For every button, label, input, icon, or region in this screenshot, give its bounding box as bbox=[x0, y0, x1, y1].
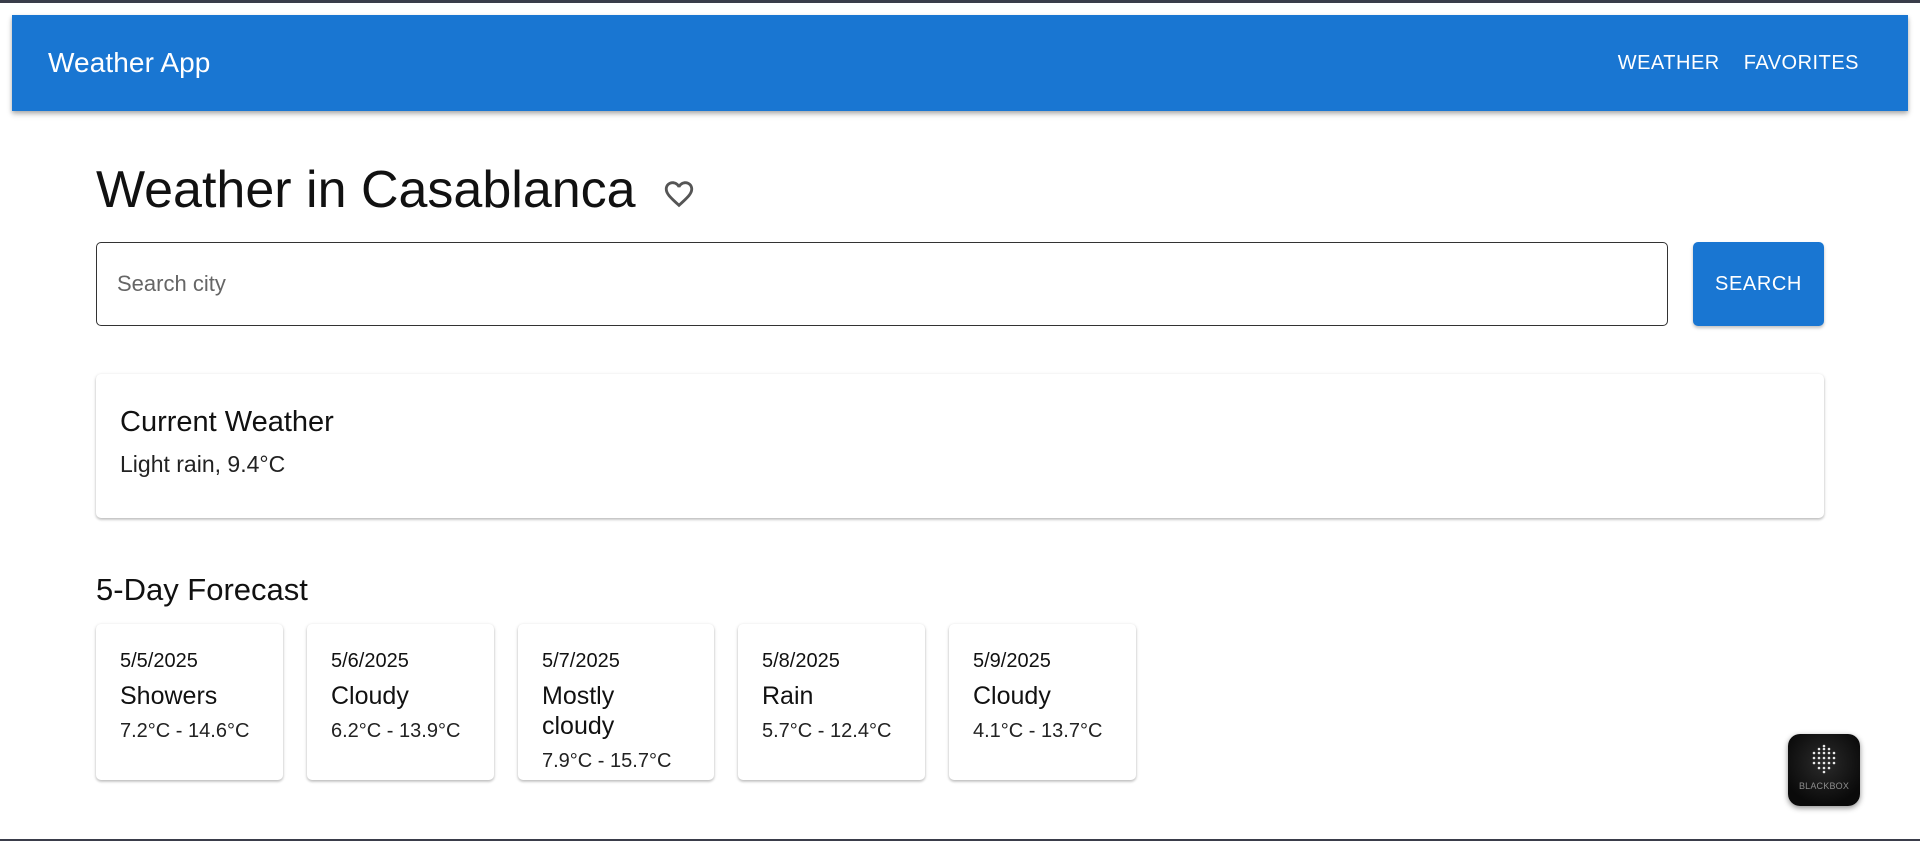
forecast-temp-range: 5.7°C - 12.4°C bbox=[762, 720, 892, 742]
nav-weather-link[interactable]: WEATHER bbox=[1606, 44, 1732, 83]
blackbox-assistant-button[interactable]: BLACKBOX bbox=[1788, 734, 1860, 806]
heart-outline-icon[interactable] bbox=[662, 177, 696, 211]
forecast-card: 5/6/2025 Cloudy 6.2°C - 13.9°C bbox=[307, 624, 494, 780]
forecast-list: 5/5/2025 Showers 7.2°C - 14.6°C 5/6/2025… bbox=[96, 624, 1136, 780]
blackbox-label: BLACKBOX bbox=[1798, 781, 1850, 791]
forecast-temp-range: 6.2°C - 13.9°C bbox=[331, 720, 461, 742]
forecast-date: 5/7/2025 bbox=[542, 650, 620, 672]
forecast-date: 5/6/2025 bbox=[331, 650, 409, 672]
forecast-temp-range: 7.9°C - 15.7°C bbox=[542, 750, 672, 772]
forecast-card: 5/5/2025 Showers 7.2°C - 14.6°C bbox=[96, 624, 283, 780]
search-row: SEARCH bbox=[96, 242, 1824, 326]
forecast-card: 5/7/2025 Mostly cloudy 7.9°C - 15.7°C bbox=[518, 624, 714, 780]
forecast-condition: Cloudy bbox=[973, 682, 1051, 710]
forecast-date: 5/8/2025 bbox=[762, 650, 840, 672]
forecast-temp-range: 7.2°C - 14.6°C bbox=[120, 720, 250, 742]
forecast-condition: Rain bbox=[762, 682, 814, 710]
forecast-condition: Mostly cloudy bbox=[542, 682, 615, 740]
page-title: Weather in Casablanca bbox=[96, 161, 636, 219]
nav-favorites-link[interactable]: FAVORITES bbox=[1732, 44, 1871, 83]
forecast-card: 5/9/2025 Cloudy 4.1°C - 13.7°C bbox=[949, 624, 1136, 780]
app-bar: Weather App WEATHER FAVORITES bbox=[12, 15, 1908, 111]
search-city-input[interactable] bbox=[96, 242, 1668, 326]
forecast-title: 5-Day Forecast bbox=[96, 572, 308, 607]
forecast-date: 5/5/2025 bbox=[120, 650, 198, 672]
forecast-temp-range: 4.1°C - 13.7°C bbox=[973, 720, 1103, 742]
forecast-date: 5/9/2025 bbox=[973, 650, 1051, 672]
current-weather-card: Current Weather Light rain, 9.4°C bbox=[96, 374, 1824, 518]
forecast-condition: Cloudy bbox=[331, 682, 409, 710]
blackbox-logo-icon bbox=[1812, 744, 1836, 774]
top-nav: WEATHER FAVORITES bbox=[1606, 15, 1871, 111]
window-top-edge bbox=[0, 0, 1920, 3]
current-weather-title: Current Weather bbox=[120, 406, 334, 438]
app-title[interactable]: Weather App bbox=[48, 15, 210, 111]
search-button[interactable]: SEARCH bbox=[1693, 242, 1824, 326]
forecast-card: 5/8/2025 Rain 5.7°C - 12.4°C bbox=[738, 624, 925, 780]
page-title-row: Weather in Casablanca bbox=[96, 155, 696, 225]
forecast-condition: Showers bbox=[120, 682, 218, 710]
current-weather-description: Light rain, 9.4°C bbox=[120, 451, 286, 477]
